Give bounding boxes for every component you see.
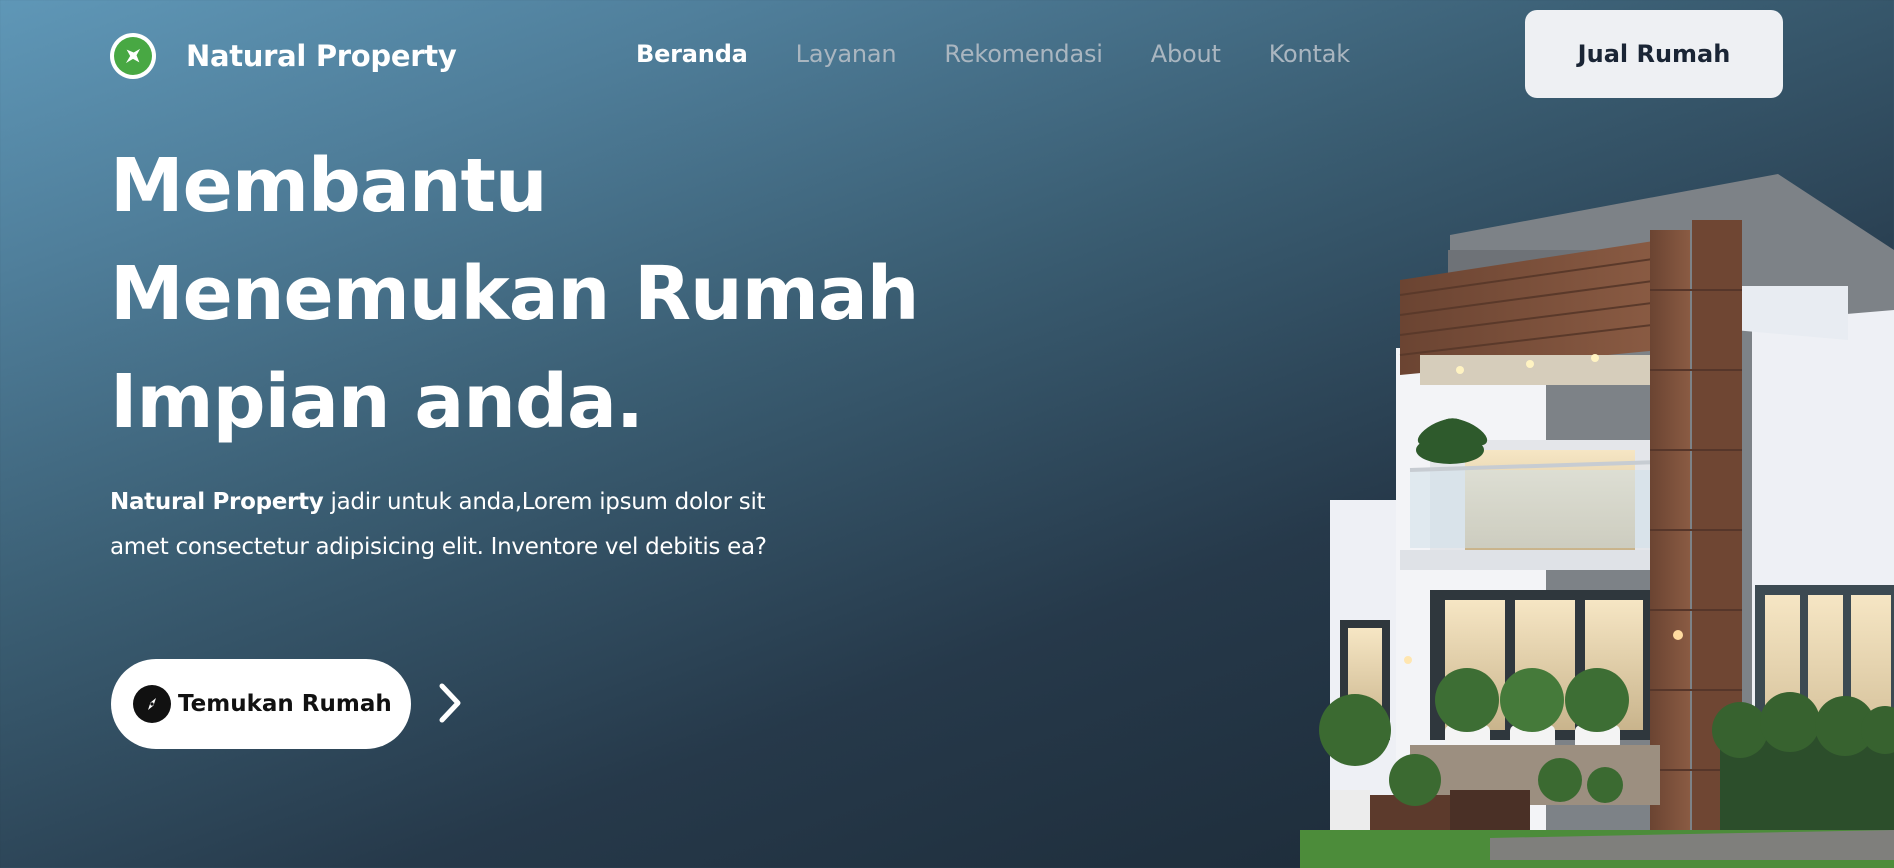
find-house-label: Temukan Rumah (178, 691, 392, 717)
hero-title: Membantu Menemukan Rumah Impian anda. (110, 132, 1010, 456)
nav-item-kontak[interactable]: Kontak (1269, 40, 1350, 68)
brand-name: Natural Property (186, 39, 457, 73)
nav-item-rekomendasi[interactable]: Rekomendasi (944, 40, 1103, 68)
logo-badge (110, 33, 156, 79)
hero-description: Natural Property jadir untuk anda,Lorem … (110, 480, 850, 570)
hero-description-line1: jadir untuk anda,Lorem ipsum dolor sit (323, 489, 766, 515)
chevron-right-icon[interactable] (436, 680, 466, 726)
hero-title-line: Impian anda. (110, 359, 644, 445)
hero-description-line2: amet consectetur adipisicing elit. Inven… (110, 534, 767, 560)
nav-item-about[interactable]: About (1151, 40, 1221, 68)
house-image (1300, 170, 1894, 868)
find-house-button[interactable]: Temukan Rumah (111, 659, 411, 749)
nav-item-beranda[interactable]: Beranda (636, 40, 748, 68)
navbar: Natural Property Beranda Layanan Rekomen… (0, 0, 1894, 110)
hero-title-line: Membantu (110, 143, 548, 229)
compass-icon (133, 685, 171, 723)
hero-description-brand: Natural Property (110, 489, 324, 515)
hero-title-line: Menemukan Rumah (110, 251, 919, 337)
brand-logo[interactable]: Natural Property (110, 33, 457, 79)
nav-item-layanan[interactable]: Layanan (796, 40, 897, 68)
plane-icon (114, 37, 152, 75)
main-menu: Beranda Layanan Rekomendasi About Kontak (636, 40, 1350, 68)
sell-house-button[interactable]: Jual Rumah (1525, 10, 1783, 98)
